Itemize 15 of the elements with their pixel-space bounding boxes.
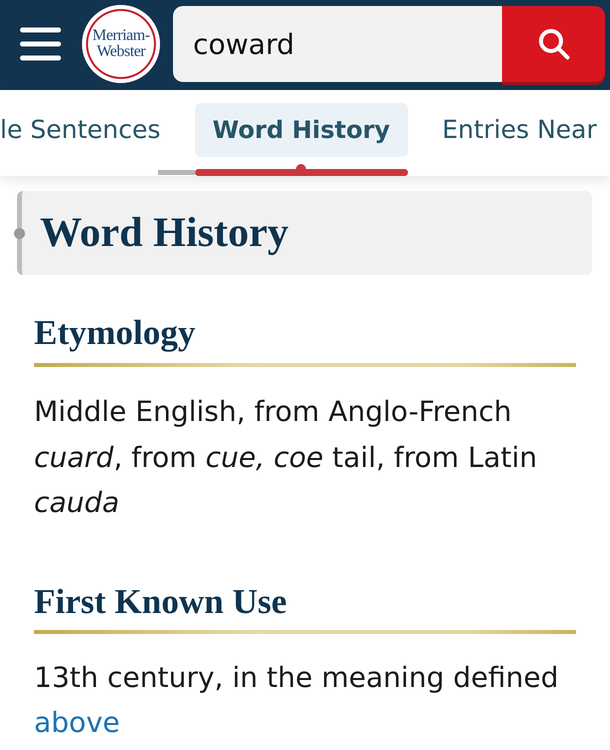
search-field[interactable]: coward [173, 6, 502, 82]
section-heading: First Known Use [34, 580, 288, 622]
page-heading: Word History [40, 208, 288, 258]
logo[interactable]: Merriam- Webster [82, 5, 160, 83]
search-icon [538, 28, 570, 60]
paragraph: 13th century, in the meaning defined above [34, 660, 560, 741]
tab[interactable]: Entries Near [424, 103, 610, 157]
section-heading: Etymology [34, 312, 196, 354]
tab[interactable]: Word History [194, 103, 408, 157]
link[interactable]: above [34, 706, 120, 739]
dot-icon [14, 228, 25, 239]
menu-icon[interactable] [20, 27, 61, 61]
tab[interactable]: le Sentences [0, 103, 179, 157]
search-button[interactable] [502, 6, 605, 82]
paragraph: Middle English, from Anglo-French cuard, from cue, coe tail, from Latin cauda [34, 394, 538, 521]
